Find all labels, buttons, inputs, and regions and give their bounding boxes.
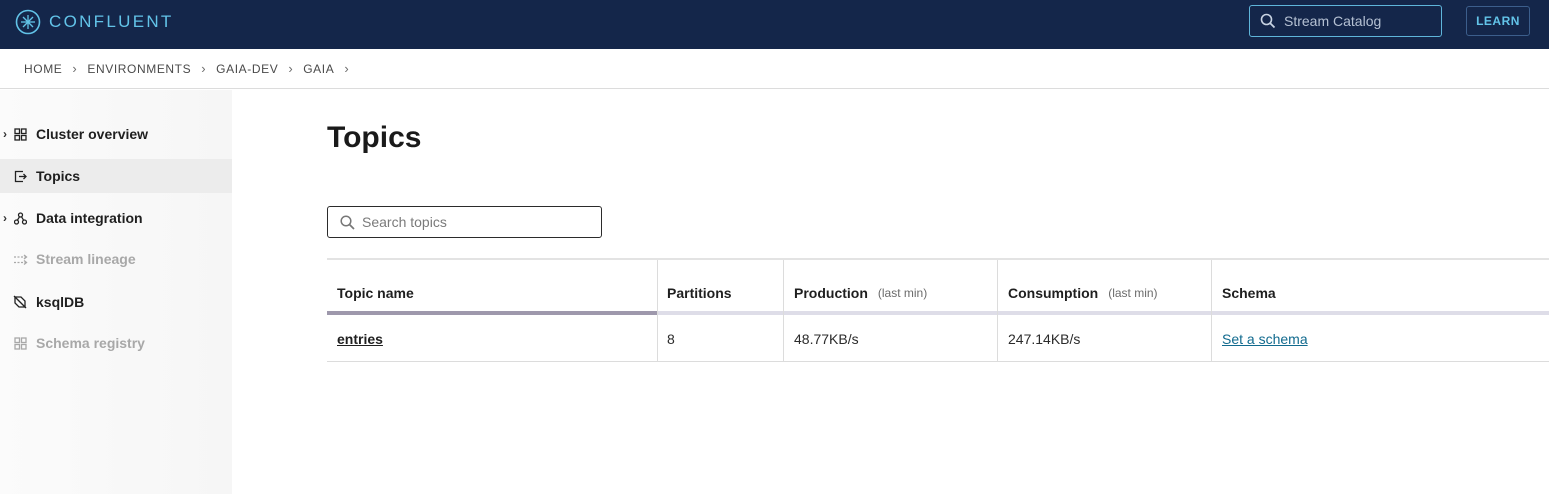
search-topics-box[interactable] — [327, 206, 602, 238]
sidebar-item-label: Schema registry — [36, 335, 145, 351]
sidebar-item-data-integration[interactable]: › Data integration — [0, 201, 232, 235]
column-header-schema[interactable]: Schema — [1212, 260, 1549, 311]
topics-icon — [12, 168, 28, 184]
learn-button[interactable]: LEARN — [1466, 6, 1530, 36]
column-header-sublabel: (last min) — [877, 285, 928, 300]
search-icon — [340, 214, 355, 230]
schema-registry-icon — [12, 335, 28, 351]
lineage-icon — [12, 251, 28, 267]
column-header-sublabel: (last min) — [1108, 285, 1158, 300]
cell-production: 48.77KB/s — [794, 330, 859, 347]
cell-topic-name: entries — [327, 315, 657, 362]
set-schema-link[interactable]: Set a schema — [1222, 331, 1308, 347]
breadcrumb-home[interactable]: HOME — [24, 62, 62, 76]
confluent-logo[interactable]: CONFLUENT — [15, 8, 174, 36]
chevron-right-icon: › — [344, 61, 350, 76]
column-header-partitions[interactable]: Partitions — [657, 260, 783, 311]
chevron-right-icon: › — [72, 61, 78, 76]
breadcrumb-environments[interactable]: ENVIRONMENTS — [87, 62, 191, 76]
sidebar-item-schema-registry: Schema registry — [0, 326, 232, 360]
cell-consumption: 247.14KB/s — [1008, 330, 1081, 347]
sidebar-item-label: ksqlDB — [36, 294, 85, 310]
top-bar: CONFLUENT LEARN — [0, 0, 1549, 49]
column-header-consumption[interactable]: Consumption (last min) — [998, 260, 1211, 311]
chevron-right-icon[interactable]: › — [3, 211, 11, 225]
stream-catalog-search[interactable] — [1249, 5, 1442, 37]
sidebar-item-cluster-overview[interactable]: › Cluster overview — [0, 117, 232, 151]
chevron-right-icon: › — [201, 61, 207, 76]
integration-icon — [12, 210, 28, 226]
sidebar-item-label: Topics — [36, 168, 81, 184]
sidebar-item-label: Data integration — [36, 210, 143, 226]
stream-catalog-input[interactable] — [1284, 13, 1434, 29]
cell-partitions: 8 — [667, 330, 675, 347]
column-header-label: Topic name — [337, 284, 414, 301]
sidebar-item-label: Cluster overview — [36, 126, 149, 142]
search-icon — [1260, 13, 1276, 29]
column-header-production[interactable]: Production (last min) — [784, 260, 997, 311]
chevron-right-icon[interactable]: › — [3, 127, 11, 141]
breadcrumb-bar: HOME › ENVIRONMENTS › GAIA-DEV › GAIA › — [0, 49, 1549, 89]
breadcrumb: HOME › ENVIRONMENTS › GAIA-DEV › GAIA › — [24, 61, 359, 76]
sidebar-item-ksqldb[interactable]: ksqlDB — [0, 285, 232, 319]
breadcrumb-gaia-dev[interactable]: GAIA-DEV — [216, 62, 278, 76]
page-title: Topics — [327, 121, 422, 154]
topics-table: Topic name Partitions Production (last m… — [327, 258, 1549, 362]
ksqldb-icon — [12, 294, 28, 310]
sidebar-item-topics[interactable]: Topics — [0, 159, 232, 193]
chevron-right-icon: › — [288, 61, 294, 76]
cell-schema: Set a schema — [1212, 315, 1549, 362]
brand-name: CONFLUENT — [49, 12, 174, 31]
column-header-topic-name[interactable]: Topic name — [327, 260, 657, 311]
topic-link[interactable]: entries — [337, 331, 383, 347]
column-header-label: Schema — [1222, 284, 1276, 301]
sidebar-item-stream-lineage: Stream lineage — [0, 242, 232, 276]
search-topics-input[interactable] — [362, 214, 592, 230]
column-header-label: Partitions — [667, 284, 732, 301]
grid-icon — [12, 126, 28, 142]
table-row: entries 8 48.77KB/s 247.14KB/s Set a sch… — [327, 315, 1549, 362]
breadcrumb-gaia[interactable]: GAIA — [303, 62, 334, 76]
sidebar: › Cluster overview Topics › Data integra… — [0, 90, 232, 494]
table-header: Topic name Partitions Production (last m… — [327, 260, 1549, 362]
sidebar-item-label: Stream lineage — [36, 251, 136, 267]
confluent-logo-icon — [15, 9, 41, 35]
column-header-label: Production — [794, 284, 868, 301]
column-header-label: Consumption — [1008, 284, 1099, 301]
